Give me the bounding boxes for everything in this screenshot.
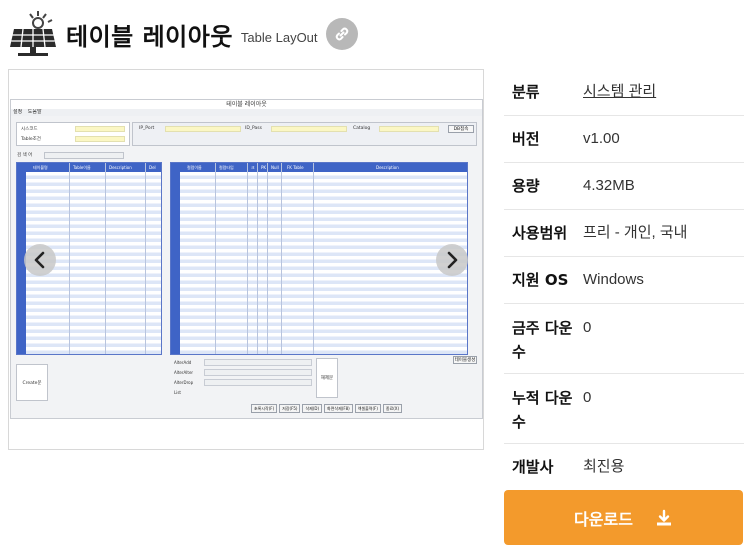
- chevron-left-icon: [34, 251, 45, 269]
- info-key: 분류: [512, 83, 540, 101]
- label-catalog: Catalog: [353, 126, 371, 131]
- download-icon: [656, 509, 671, 525]
- row-number-column: [171, 172, 180, 354]
- col-header: FK Table: [287, 165, 304, 170]
- info-value: 0: [583, 319, 592, 336]
- col-header: 테이블명: [33, 165, 48, 170]
- search-field: [44, 152, 124, 159]
- chevron-right-icon: [447, 251, 458, 269]
- page-subtitle: Table LayOut: [240, 29, 318, 45]
- catalog-field: [379, 126, 439, 132]
- info-row-weekly-downloads: 금주 다운수 0: [504, 304, 744, 374]
- info-value: Windows: [583, 271, 644, 288]
- col-divider: [105, 163, 106, 354]
- alter-label: AlterAdd: [174, 360, 192, 365]
- col-divider: [257, 163, 258, 354]
- col-divider: [281, 163, 282, 354]
- info-key: 누적 다운수: [512, 389, 573, 431]
- app-button: 삭제(D): [302, 404, 323, 413]
- download-button[interactable]: 다운로드: [504, 490, 743, 545]
- col-header: Table이름: [73, 165, 91, 170]
- column-list-grid: 컬럼이름 컬럼타입 크 PK Null FK Table Description: [170, 162, 468, 355]
- info-key: 사용범위: [512, 224, 568, 242]
- table-cond-field: [75, 136, 125, 142]
- sql-panel: Create문 AlterAdd AlterAlter AlterDrop Li…: [16, 358, 477, 403]
- app-button: 엑셀출력(F): [354, 404, 381, 413]
- alter-label: AlterDrop: [174, 380, 194, 385]
- action-buttons: 초록시작(F) 저장(F5) 삭제(D) 화면삭제(F8) 엑셀출력(F) 종료…: [251, 404, 403, 413]
- label-id-pass: ID_Pass: [245, 126, 263, 131]
- db-connect-button: DB접속: [448, 125, 474, 133]
- screenshot-carousel: 테이블 레이아웃 설정 도움말 시스코드 Table조건 IP_Port ID_…: [8, 69, 484, 450]
- window-title: 테이블 레이아웃: [11, 100, 482, 109]
- col-header: Del: [149, 165, 156, 170]
- alter-field: [204, 369, 312, 376]
- window-menu: 설정 도움말: [11, 109, 482, 116]
- info-row-license: 사용범위 프리 - 개인, 국내: [504, 210, 744, 257]
- link-icon: [335, 27, 348, 41]
- col-divider: [69, 163, 70, 354]
- info-value: 4.32MB: [583, 177, 635, 194]
- software-info-table: 분류 시스템 관리 버전 v1.00 용량 4.32MB 사용범위 프리 - 개…: [504, 69, 744, 490]
- ip-port-field: [165, 126, 241, 132]
- connection-box: IP_Port ID_Pass Catalog DB접속: [132, 122, 477, 146]
- info-row-developer: 개발사 최진용: [504, 444, 744, 490]
- col-divider: [215, 163, 216, 354]
- info-key: 지원 OS: [512, 271, 569, 289]
- info-key: 버전: [512, 130, 540, 148]
- col-header: PK: [261, 165, 267, 170]
- alter-label: List: [174, 390, 181, 395]
- page-header: 테이블 레이아웃 Table LayOut: [8, 6, 358, 62]
- id-pass-field: [271, 126, 347, 132]
- copy-link-button[interactable]: [325, 18, 358, 50]
- col-header: Description: [109, 165, 132, 170]
- grid-header: 테이블명 Table이름 Description Del: [17, 163, 161, 172]
- prev-slide-button[interactable]: [24, 244, 56, 276]
- info-row-size: 용량 4.32MB: [504, 163, 744, 210]
- app-button: 화면삭제(F8): [324, 404, 353, 413]
- condition-box: 시스코드 Table조건: [16, 122, 130, 146]
- col-header: 컬럼타입: [219, 165, 234, 170]
- menu-item: 설정: [13, 109, 23, 115]
- solar-panel-icon: [10, 11, 56, 56]
- info-key: 개발사: [512, 458, 554, 476]
- col-header: Description: [376, 165, 399, 170]
- col-divider: [247, 163, 248, 354]
- col-header: Null: [271, 165, 279, 170]
- menu-item: 도움말: [27, 109, 42, 115]
- syscode-field: [75, 126, 125, 132]
- col-divider: [145, 163, 146, 354]
- label-table-cond: Table조건: [21, 137, 41, 142]
- info-row-total-downloads: 누적 다운수 0: [504, 374, 744, 444]
- info-row-version: 버전 v1.00: [504, 116, 744, 163]
- info-value: 최진용: [583, 458, 625, 475]
- search-label: 검 색 어: [17, 153, 33, 158]
- app-screenshot: 테이블 레이아웃 설정 도움말 시스코드 Table조건 IP_Port ID_…: [10, 99, 483, 419]
- info-key: 용량: [512, 177, 540, 195]
- info-value: v1.00: [583, 130, 620, 147]
- label-ip-port: IP_Port: [139, 126, 155, 131]
- category-link[interactable]: 시스템 관리: [583, 80, 744, 104]
- apply-box: 해제문: [316, 358, 338, 398]
- app-button: 초록시작(F): [251, 404, 278, 413]
- app-button: 종료(X): [382, 404, 403, 413]
- info-key: 금주 다운수: [512, 319, 573, 361]
- col-divider: [313, 163, 314, 354]
- info-row-os: 지원 OS Windows: [504, 257, 744, 304]
- info-row-category: 분류 시스템 관리: [504, 69, 744, 116]
- label-syscode: 시스코드: [21, 127, 38, 132]
- download-label: 다운로드: [574, 509, 633, 529]
- info-value: 프리 - 개인, 국내: [583, 224, 688, 241]
- next-slide-button[interactable]: [436, 244, 468, 276]
- col-header: 컬럼이름: [187, 165, 202, 170]
- col-divider: [267, 163, 268, 354]
- page-title: 테이블 레이아웃: [66, 22, 233, 51]
- alter-field: [204, 379, 312, 386]
- col-header: 크: [251, 165, 255, 170]
- alter-label: AlterAlter: [174, 370, 194, 375]
- create-sql-box: Create문: [16, 364, 48, 401]
- info-value: 0: [583, 389, 592, 406]
- alter-field: [204, 359, 312, 366]
- app-button: 저장(F5): [279, 404, 301, 413]
